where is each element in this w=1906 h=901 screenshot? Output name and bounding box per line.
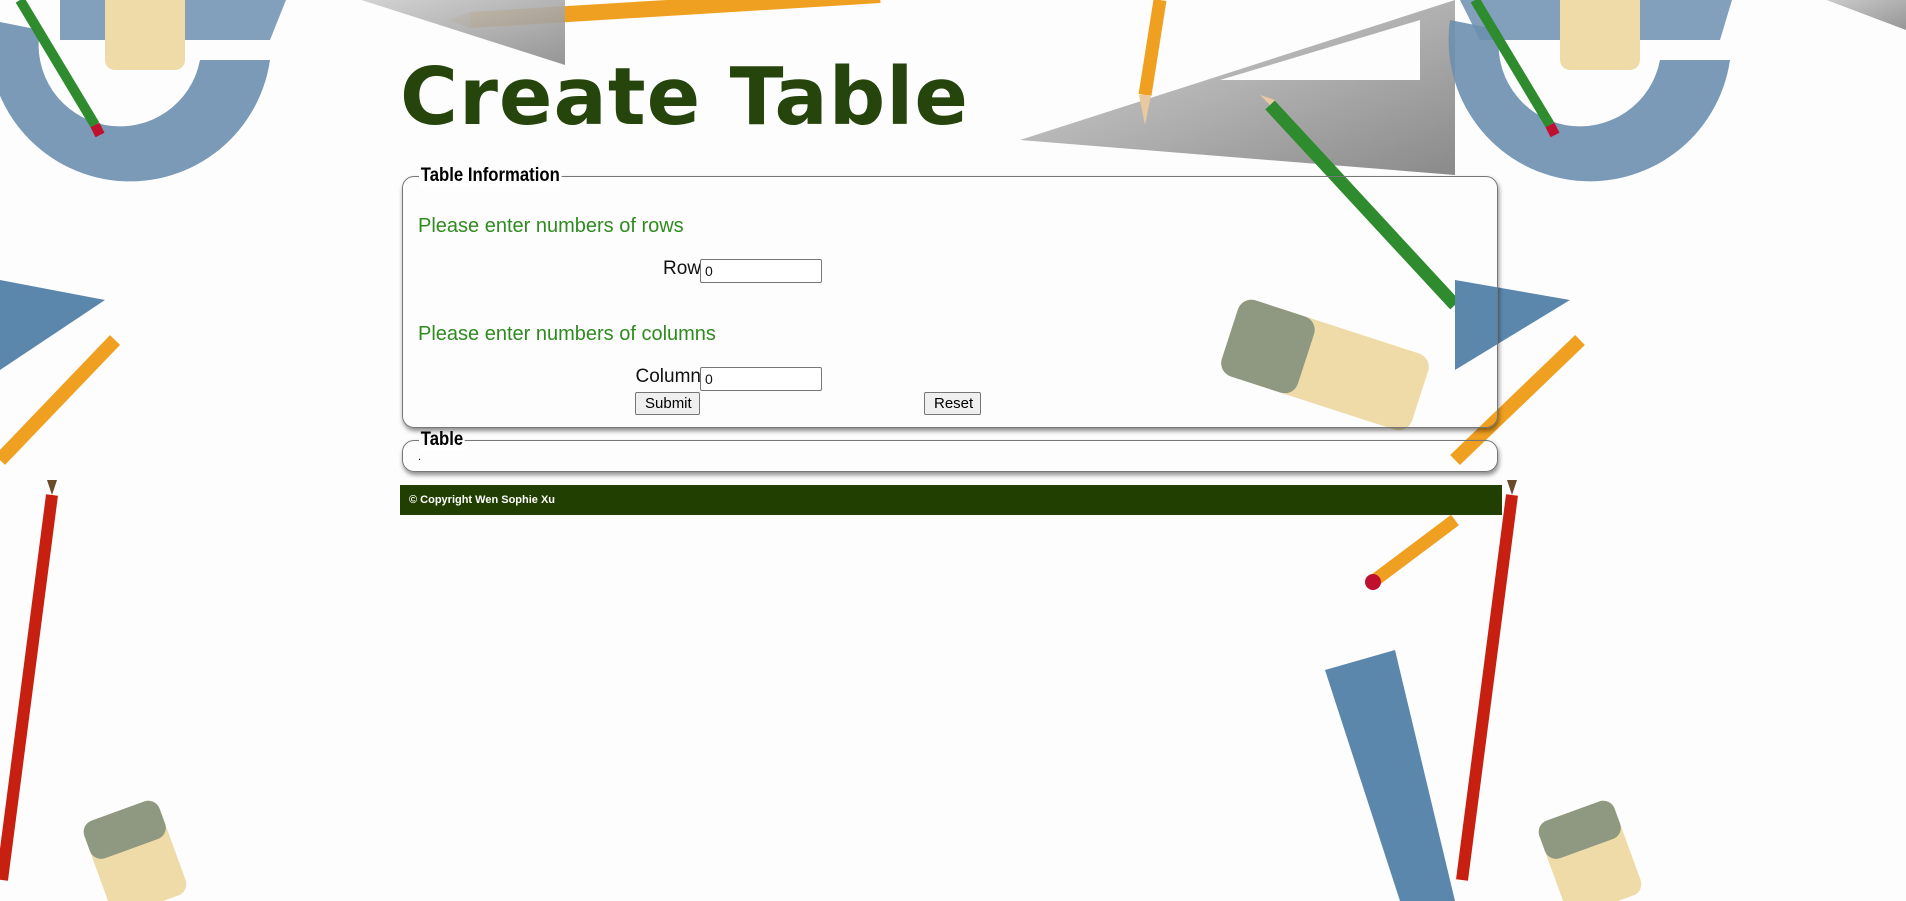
pencil-icon [0, 480, 58, 881]
set-square-icon [1020, 0, 1455, 175]
rows-prompt: Please enter numbers of rows [418, 215, 684, 237]
table-information-legend: Table Information [419, 165, 562, 187]
reset-button[interactable]: Reset [924, 392, 981, 415]
set-square-icon [1826, 0, 1906, 30]
row-label: Row [662, 258, 701, 279]
submit-button[interactable]: Submit [635, 392, 700, 415]
columns-prompt: Please enter numbers of columns [418, 323, 716, 345]
pencil-icon [1456, 480, 1518, 881]
eraser-icon [1560, 0, 1640, 70]
table-information-fieldset: Table Information Please enter numbers o… [402, 165, 1498, 428]
footer-copyright: © Copyright Wen Sophie Xu [409, 494, 556, 506]
page-title: Create Table [400, 51, 969, 143]
row-input[interactable] [700, 259, 822, 283]
column-input[interactable] [700, 367, 822, 391]
table-output: . [418, 451, 422, 463]
ruler-icon [0, 280, 105, 370]
pencil-icon [1365, 514, 1459, 590]
eraser-icon [83, 800, 187, 901]
eraser-icon [105, 0, 185, 70]
footer: © Copyright Wen Sophie Xu [400, 485, 1502, 515]
table-fieldset: Table . [402, 429, 1498, 472]
eraser-icon [1538, 800, 1642, 901]
table-legend: Table [419, 429, 465, 451]
ruler-icon [1325, 650, 1455, 901]
column-label: Column [635, 366, 701, 387]
